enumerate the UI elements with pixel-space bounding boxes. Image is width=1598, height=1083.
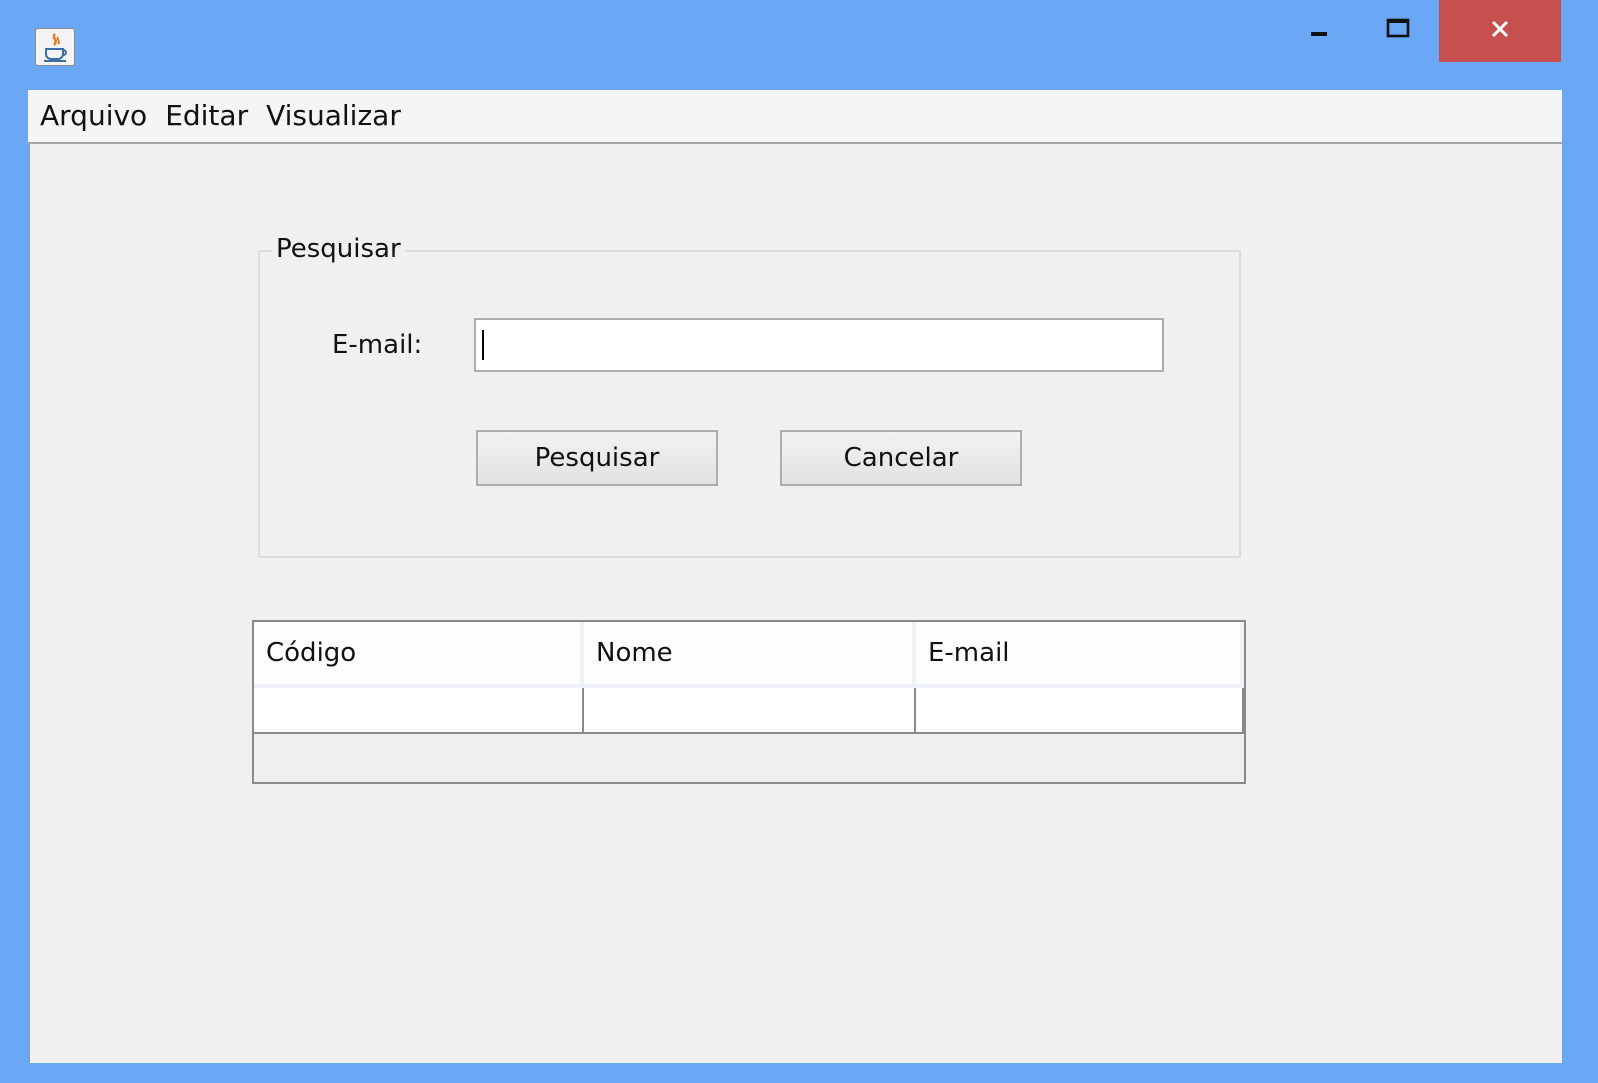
- title-bar[interactable]: [0, 0, 1568, 90]
- minimize-button[interactable]: [1295, 0, 1345, 62]
- application-window: Arquivo Editar Visualizar Pesquisar E-ma…: [0, 0, 1568, 1063]
- table-cell-codigo[interactable]: [254, 688, 584, 732]
- main-content: Pesquisar E-mail: Pesquisar Cancelar Cód…: [28, 144, 1562, 1063]
- maximize-button[interactable]: [1370, 0, 1425, 62]
- close-icon: [1488, 17, 1512, 45]
- java-cup-icon[interactable]: [35, 28, 75, 66]
- column-header-nome[interactable]: Nome: [584, 622, 916, 688]
- close-button[interactable]: [1439, 0, 1561, 62]
- cancel-button[interactable]: Cancelar: [780, 430, 1022, 486]
- menu-editar[interactable]: Editar: [159, 89, 254, 143]
- table-cell-email[interactable]: [916, 688, 1244, 732]
- table-cell-nome[interactable]: [584, 688, 916, 732]
- menu-arquivo[interactable]: Arquivo: [34, 89, 153, 143]
- table-header: Código Nome E-mail: [254, 622, 1244, 688]
- results-table: Código Nome E-mail: [252, 620, 1246, 784]
- search-groupbox-title: Pesquisar: [272, 234, 405, 264]
- email-label: E-mail:: [332, 330, 423, 360]
- minimize-icon: [1309, 18, 1331, 44]
- email-field[interactable]: [474, 318, 1164, 372]
- text-caret: [482, 330, 484, 360]
- maximize-icon: [1385, 17, 1411, 45]
- search-button[interactable]: Pesquisar: [476, 430, 718, 486]
- menu-visualizar[interactable]: Visualizar: [260, 89, 407, 143]
- search-groupbox: Pesquisar E-mail: Pesquisar Cancelar: [258, 234, 1241, 558]
- table-row[interactable]: [254, 688, 1244, 734]
- menu-bar: Arquivo Editar Visualizar: [28, 90, 1562, 144]
- column-header-email[interactable]: E-mail: [916, 622, 1244, 688]
- column-header-codigo[interactable]: Código: [254, 622, 584, 688]
